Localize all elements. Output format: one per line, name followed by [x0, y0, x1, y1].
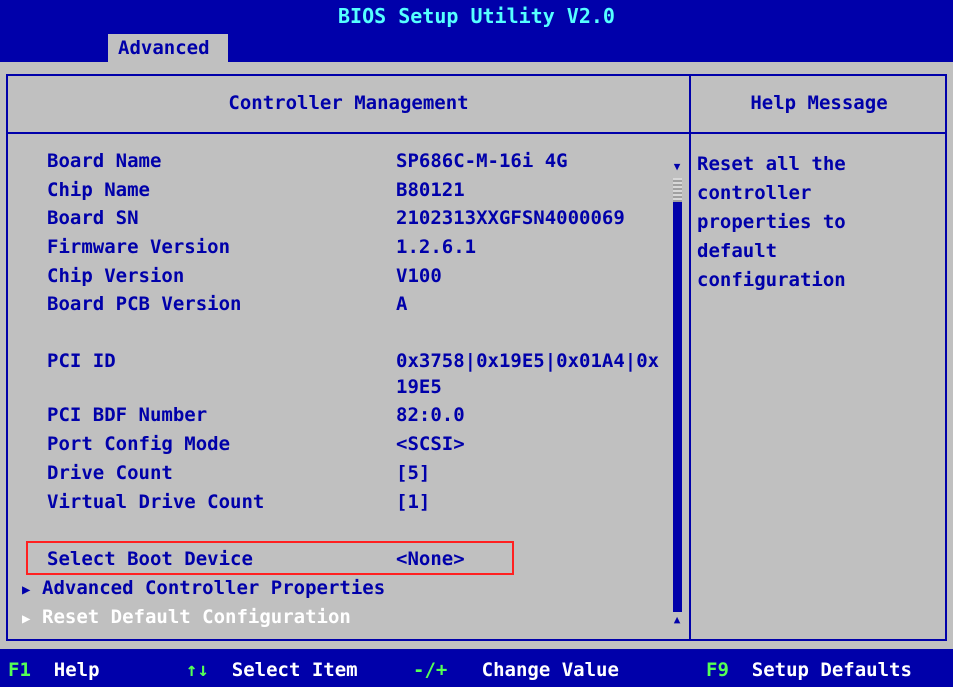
- field-label: Board PCB Version: [47, 293, 242, 315]
- key-f9: F9: [706, 659, 729, 681]
- field-label: Chip Version: [47, 265, 185, 287]
- scrollbar-track-top[interactable]: [673, 178, 682, 202]
- submenu-arrow-icon: ▶: [22, 582, 31, 598]
- field-board-pcb-version: Board PCB Version A: [47, 293, 677, 322]
- menu-item-label: Reset Default Configuration: [42, 606, 351, 628]
- menu-item-advanced-controller-properties[interactable]: ▶ Advanced Controller Properties: [22, 577, 385, 605]
- key-description: Select Item: [231, 659, 358, 681]
- controller-management-title: Controller Management: [228, 92, 469, 114]
- help-message-text: Reset all the controller properties to d…: [697, 153, 846, 291]
- field-value: [5]: [396, 462, 431, 484]
- field-pci-id: PCI ID 0x3758|0x19E5|0x01A4|0x 19E5: [47, 350, 677, 406]
- submenu-arrow-icon: ▶: [22, 611, 31, 627]
- field-firmware-version: Firmware Version 1.2.6.1: [47, 236, 677, 265]
- field-label: Chip Name: [47, 179, 150, 201]
- field-value: [1]: [396, 491, 431, 513]
- scrollbar-thumb[interactable]: [673, 202, 682, 612]
- field-label: PCI BDF Number: [47, 404, 208, 426]
- field-value: 1.2.6.1: [396, 236, 477, 258]
- tab-advanced[interactable]: Advanced: [108, 34, 228, 62]
- field-label: Drive Count: [47, 462, 173, 484]
- main-panel: Controller Management Help Message Board…: [0, 62, 953, 649]
- selection-highlight-box: [26, 541, 514, 575]
- field-value-continued: 19E5: [396, 376, 442, 398]
- key-help: F1 Help: [8, 659, 100, 681]
- field-value: 82:0.0: [396, 404, 465, 426]
- field-port-config-mode[interactable]: Port Config Mode <SCSI>: [47, 433, 677, 462]
- field-board-sn: Board SN 2102313XXGFSN4000069: [47, 207, 677, 236]
- field-value: B80121: [396, 179, 465, 201]
- key-f1: F1: [8, 659, 31, 681]
- field-virtual-drive-count: Virtual Drive Count [1]: [47, 491, 677, 520]
- field-label: Board SN: [47, 207, 139, 229]
- field-value: SP686C-M-16i 4G: [396, 150, 568, 172]
- field-value: V100: [396, 265, 442, 287]
- help-divider: [689, 74, 691, 641]
- field-value: A: [396, 293, 408, 315]
- scroll-up-arrow-icon[interactable]: ▼: [672, 161, 682, 172]
- field-pci-bdf-number: PCI BDF Number 82:0.0: [47, 404, 677, 433]
- field-label: PCI ID: [47, 350, 116, 372]
- field-label: Firmware Version: [47, 236, 231, 258]
- field-board-name: Board Name SP686C-M-16i 4G: [47, 150, 677, 179]
- key-legend-bar: F1 Help ↑↓ Select Item -/+ Change Value …: [0, 649, 953, 687]
- key-change-value: -/+ Change Value: [413, 659, 619, 681]
- key-description: Change Value: [481, 659, 619, 681]
- help-message-title: Help Message: [750, 92, 888, 114]
- key-select-item: ↑↓ Select Item: [186, 659, 358, 681]
- field-label: Virtual Drive Count: [47, 491, 265, 513]
- scroll-down-arrow-icon[interactable]: ▲: [672, 614, 682, 625]
- field-label: Port Config Mode: [47, 433, 231, 455]
- header-divider: [6, 132, 947, 134]
- field-value: 0x3758|0x19E5|0x01A4|0x: [396, 350, 660, 372]
- bios-title: BIOS Setup Utility V2.0: [338, 4, 615, 28]
- field-value: 2102313XXGFSN4000069: [396, 207, 625, 229]
- menu-item-label: Advanced Controller Properties: [42, 577, 386, 599]
- key-minus-plus: -/+: [413, 659, 448, 681]
- field-value[interactable]: <SCSI>: [396, 433, 465, 455]
- title-bar: BIOS Setup Utility V2.0 Advanced: [0, 0, 953, 62]
- key-setup-defaults: F9 Setup Defaults: [706, 659, 912, 681]
- menu-item-reset-default-configuration[interactable]: ▶ Reset Default Configuration: [22, 606, 351, 634]
- field-chip-name: Chip Name B80121: [47, 179, 677, 208]
- key-description: Setup Defaults: [751, 659, 912, 681]
- key-description: Help: [53, 659, 100, 681]
- field-drive-count: Drive Count [5]: [47, 462, 677, 491]
- arrow-keys-icon: ↑↓: [186, 659, 209, 681]
- field-chip-version: Chip Version V100: [47, 265, 677, 294]
- field-label: Board Name: [47, 150, 162, 172]
